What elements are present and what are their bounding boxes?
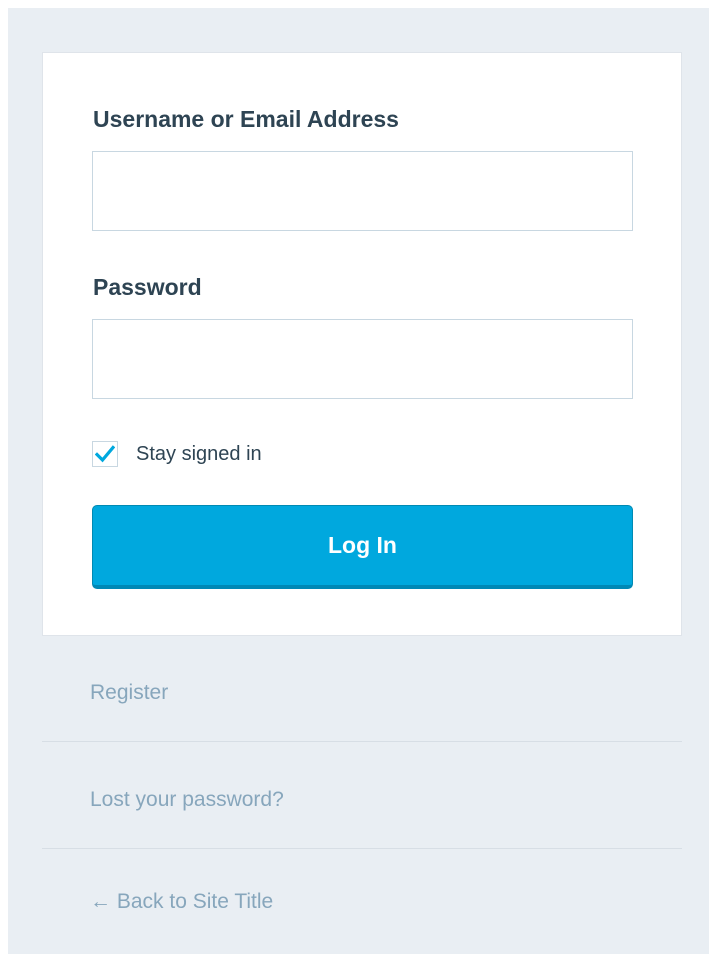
divider [42,848,682,849]
back-to-site-link[interactable]: ← Back to Site Title [90,891,273,912]
log-in-button[interactable]: Log In [92,505,633,589]
login-form: Username or Email Address Password Stay … [42,52,682,636]
password-field[interactable] [92,319,633,399]
password-label: Password [93,274,202,300]
register-link[interactable]: Register [90,682,168,703]
username-field[interactable] [92,151,633,231]
lost-password-link[interactable]: Lost your password? [90,789,284,810]
divider [42,741,682,742]
remember-me-label: Stay signed in [136,442,262,465]
remember-me-checkbox[interactable] [92,441,118,467]
remember-me-row[interactable]: Stay signed in [92,439,262,469]
checkmark-icon [95,445,115,463]
username-label: Username or Email Address [93,106,399,132]
